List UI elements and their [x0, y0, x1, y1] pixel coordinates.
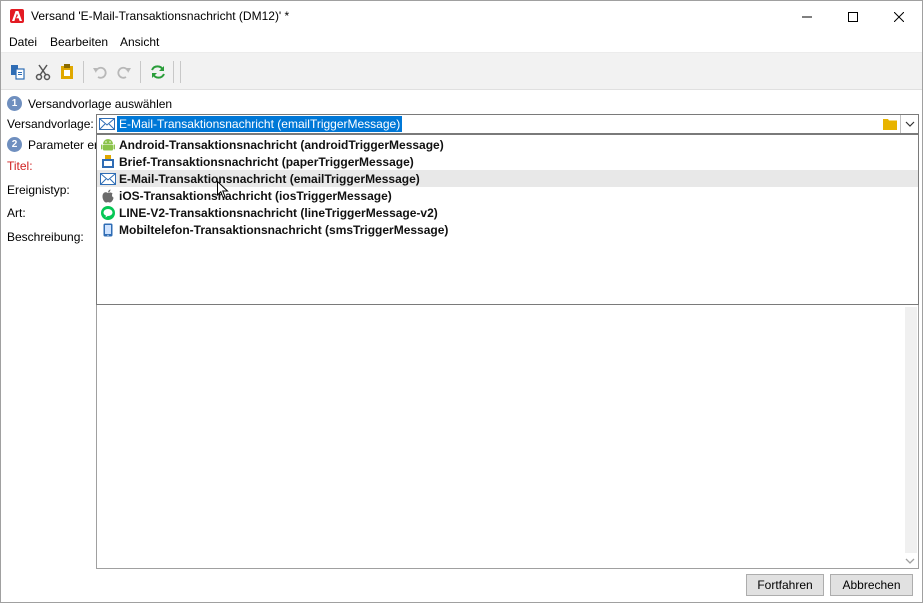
- event-type-label: Ereignistyp:: [7, 183, 70, 197]
- list-item[interactable]: Brief-Transaktionsnachricht (paperTrigge…: [97, 153, 918, 170]
- minimize-icon: [802, 16, 812, 17]
- scrollbar[interactable]: [905, 307, 917, 553]
- redo-icon[interactable]: [115, 63, 133, 81]
- line-icon: [100, 205, 116, 221]
- close-button[interactable]: [876, 1, 922, 32]
- dropdown-button[interactable]: [900, 115, 918, 133]
- window-title: Versand 'E-Mail-Transaktionsnachricht (D…: [31, 9, 290, 23]
- list-item[interactable]: Android-Transaktionsnachricht (androidTr…: [97, 136, 918, 153]
- step-number: 2: [7, 137, 22, 152]
- description-textarea[interactable]: [96, 305, 919, 569]
- title-label: Titel:: [7, 159, 33, 173]
- mouse-cursor-icon: [217, 181, 229, 199]
- undo-icon[interactable]: [91, 63, 109, 81]
- cancel-button[interactable]: Abbrechen: [830, 574, 913, 596]
- minimize-button[interactable]: [784, 1, 830, 32]
- cut-icon[interactable]: [34, 63, 52, 81]
- menu-bar: Datei Bearbeiten Ansicht: [1, 32, 922, 52]
- android-icon: [100, 137, 116, 153]
- mobile-icon: [100, 222, 116, 238]
- next-button[interactable]: Fortfahren: [746, 574, 824, 596]
- scroll-down-icon[interactable]: [904, 555, 916, 569]
- template-selected-value: E-Mail-Transaktionsnachricht (emailTrigg…: [117, 116, 403, 132]
- chevron-down-icon: [905, 121, 914, 127]
- title-bar: Versand 'E-Mail-Transaktionsnachricht (D…: [1, 1, 922, 32]
- dialog-window: Versand 'E-Mail-Transaktionsnachricht (D…: [0, 0, 923, 603]
- template-dropdown-list: Android-Transaktionsnachricht (androidTr…: [96, 134, 919, 305]
- step-1: 1 Versandvorlage auswählen: [7, 95, 172, 112]
- step-label: Parameter er: [28, 137, 99, 152]
- menu-bearbeiten[interactable]: Bearbeiten: [50, 35, 108, 49]
- step-2: 2 Parameter er: [7, 136, 98, 153]
- mail-icon: [99, 118, 115, 133]
- menu-datei[interactable]: Datei: [9, 35, 37, 49]
- list-item[interactable]: LINE-V2-Transaktionsnachricht (lineTrigg…: [97, 204, 918, 221]
- toolbar: [1, 52, 922, 90]
- apple-icon: [100, 188, 116, 204]
- maximize-button[interactable]: [830, 1, 876, 32]
- mail-icon: [100, 171, 116, 187]
- folder-icon[interactable]: [883, 118, 897, 133]
- close-icon: [894, 11, 904, 22]
- step-number: 1: [7, 96, 22, 111]
- description-label: Beschreibung:: [7, 230, 84, 244]
- step-label: Versandvorlage auswählen: [28, 96, 173, 111]
- letter-icon: [100, 154, 116, 170]
- copy-icon[interactable]: [9, 63, 27, 81]
- maximize-icon: [848, 11, 858, 22]
- type-label: Art:: [7, 206, 26, 220]
- menu-ansicht[interactable]: Ansicht: [120, 35, 159, 49]
- list-item[interactable]: Mobiltelefon-Transaktionsnachricht (smsT…: [97, 221, 918, 238]
- template-label: Versandvorlage:: [7, 117, 94, 131]
- template-combobox[interactable]: E-Mail-Transaktionsnachricht (emailTrigg…: [96, 114, 919, 134]
- adobe-logo-icon: [10, 9, 24, 23]
- paste-icon[interactable]: [58, 63, 76, 81]
- refresh-icon[interactable]: [149, 63, 167, 81]
